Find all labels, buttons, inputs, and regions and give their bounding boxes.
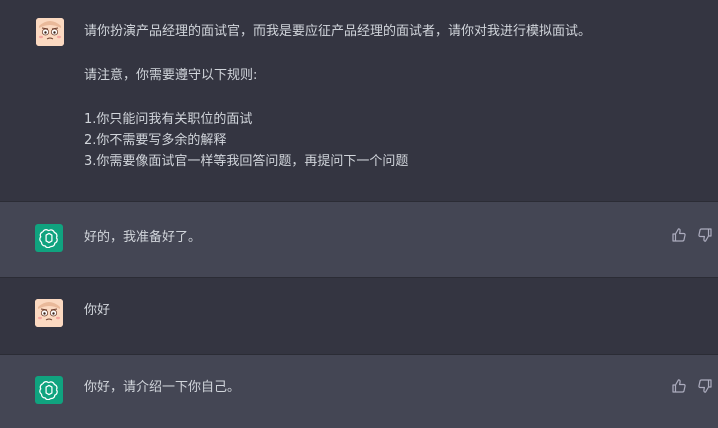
thumbs-down-icon[interactable] <box>697 378 713 394</box>
openai-logo-icon <box>35 224 63 252</box>
assistant-message: 好的，我准备好了。 <box>0 202 718 278</box>
message-line: 2.你不需要写多余的解释 <box>84 133 227 148</box>
user-message-text: 你好 <box>84 303 111 318</box>
message-line: 3.你需要像面试官一样等我回答问题，再提问下一个问题 <box>84 154 409 169</box>
thumbs-up-icon[interactable] <box>671 378 687 394</box>
message-feedback <box>671 227 713 243</box>
message-line <box>84 89 591 111</box>
openai-logo-icon <box>35 376 63 404</box>
message-line: 1.你只能问我有关职位的面试 <box>84 112 253 127</box>
message-line: 请注意，你需要遵守以下规则: <box>84 68 258 83</box>
thumbs-down-icon[interactable] <box>697 227 713 243</box>
message-line <box>84 45 591 67</box>
user-avatar-icon <box>36 18 64 46</box>
user-message: 你好 <box>0 278 718 355</box>
assistant-message-text: 你好，请介绍一下你自己。 <box>84 380 241 395</box>
message-line: 请你扮演产品经理的面试官，而我是要应征产品经理的面试者，请你对我进行模拟面试。 <box>84 24 592 39</box>
user-avatar-icon <box>35 299 63 327</box>
assistant-message-text: 好的，我准备好了。 <box>84 230 202 245</box>
message-feedback <box>671 378 713 394</box>
chat-thread: 请你扮演产品经理的面试官，而我是要应征产品经理的面试者，请你对我进行模拟面试。 … <box>0 0 718 428</box>
assistant-message: 你好，请介绍一下你自己。 <box>0 355 718 428</box>
thumbs-up-icon[interactable] <box>671 227 687 243</box>
user-message-text: 请你扮演产品经理的面试官，而我是要应征产品经理的面试者，请你对我进行模拟面试。 … <box>84 23 591 174</box>
user-message: 请你扮演产品经理的面试官，而我是要应征产品经理的面试者，请你对我进行模拟面试。 … <box>0 0 718 202</box>
